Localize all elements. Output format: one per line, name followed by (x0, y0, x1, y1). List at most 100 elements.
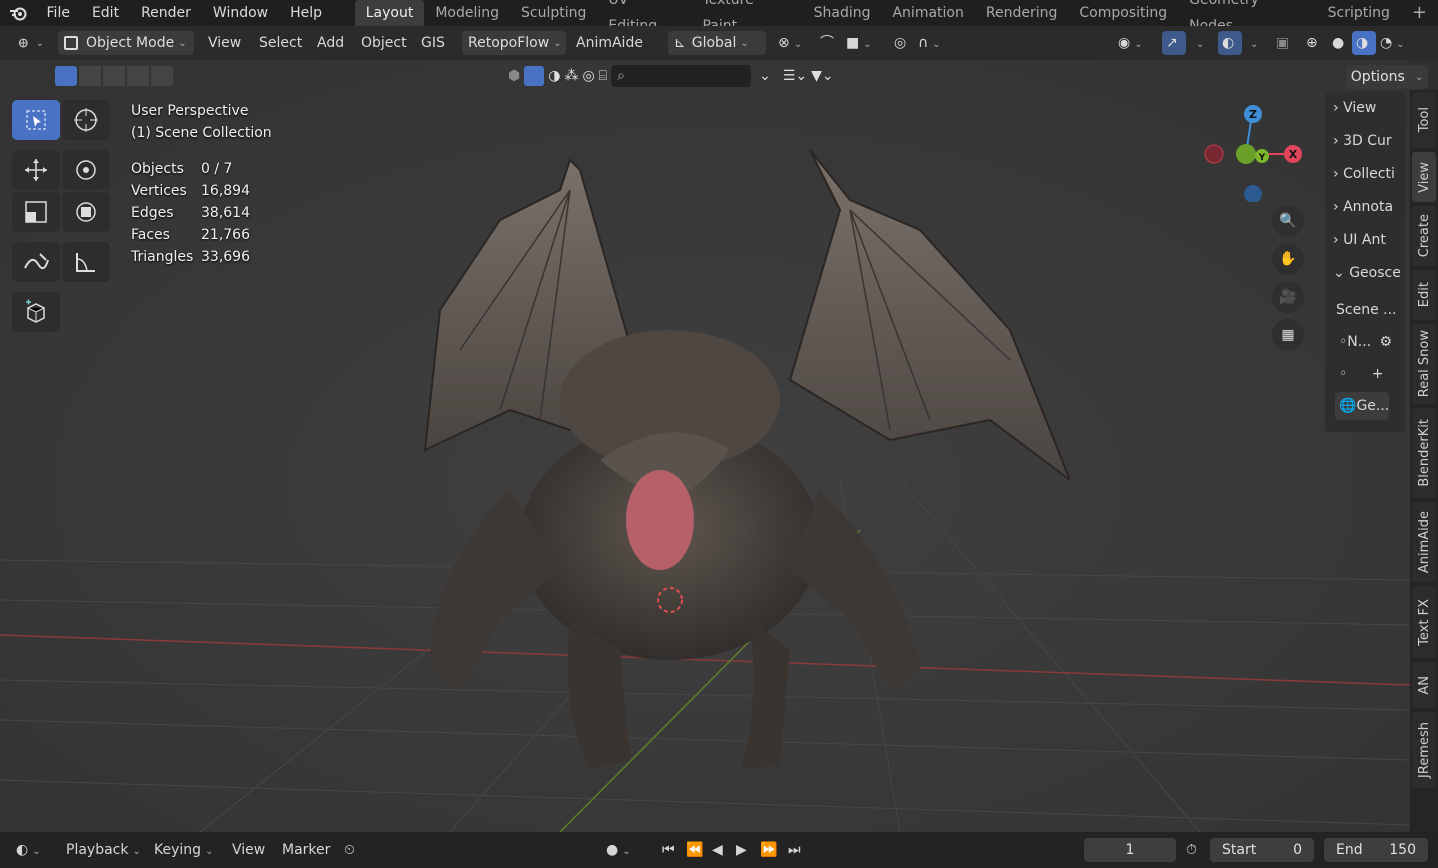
header-menu-view[interactable]: View (208, 31, 241, 55)
add-plus-icon[interactable]: + (1372, 366, 1384, 382)
snap-target-icon[interactable]: ■ ⌄ (846, 31, 872, 55)
vtab-view[interactable]: View (1412, 152, 1436, 202)
editor-type-dropdown[interactable]: ⌄ (12, 31, 50, 55)
add-cube-tool[interactable] (12, 292, 60, 332)
ge-button[interactable]: 🌐Ge... (1335, 392, 1389, 420)
ortho-toggle-button[interactable]: ▦ (1272, 319, 1304, 351)
camera-view-button[interactable]: 🎥 (1272, 281, 1304, 313)
vtab-animaide[interactable]: AnimAide (1412, 502, 1436, 582)
header-menu-object[interactable]: Object (361, 31, 407, 55)
select-extend-icon[interactable] (79, 66, 101, 86)
tab-animation[interactable]: Animation (881, 0, 974, 26)
add-row[interactable]: ◦ + (1339, 360, 1409, 388)
solid-shading-icon[interactable]: ● (1332, 31, 1344, 55)
pan-button[interactable]: ✋ (1272, 243, 1304, 275)
menu-edit[interactable]: Edit (81, 1, 130, 25)
navigation-gizmo[interactable]: Z X Y (1196, 102, 1306, 202)
mesh-icon[interactable]: ⬢ (508, 68, 520, 84)
proportional-edit-icon[interactable]: ◎ (894, 31, 906, 55)
rotate-tool[interactable] (62, 150, 110, 190)
overlays-toggle-icon[interactable]: ◐ (1218, 31, 1242, 55)
panel-geoscene[interactable]: ⌄ Geosce (1333, 259, 1403, 287)
wireframe-shading-icon[interactable]: ⊕ (1306, 31, 1318, 55)
settings-gear-icon[interactable]: ⚙ (1380, 334, 1393, 350)
tab-scripting[interactable]: Scripting (1317, 0, 1401, 26)
tab-rendering[interactable]: Rendering (975, 0, 1069, 26)
measure-tool[interactable] (62, 242, 110, 282)
panel-collections[interactable]: › Collecti (1333, 160, 1403, 188)
auto-keying-icon[interactable]: ⏲ (344, 838, 355, 862)
add-workspace-button[interactable]: + (1401, 0, 1438, 26)
box-select-icon[interactable] (524, 66, 545, 86)
tab-compositing[interactable]: Compositing (1068, 0, 1178, 26)
particles-icon[interactable]: ⁂ (564, 68, 578, 84)
preview-range-icon[interactable]: ⏱ (1186, 838, 1197, 862)
retopoflow-dropdown[interactable]: RetopoFlow ⌄ (462, 31, 566, 55)
panel-3d-cursor[interactable]: › 3D Cur (1333, 127, 1403, 155)
filter-search-input[interactable]: ⌕ (611, 65, 752, 87)
snap-icon[interactable]: ⌒ (820, 31, 834, 55)
menu-window[interactable]: Window (202, 1, 279, 25)
jump-start-button[interactable]: ⏮ (662, 838, 675, 862)
cursor-tool[interactable] (62, 100, 110, 140)
start-frame-field[interactable]: Start 0 (1210, 838, 1314, 862)
sphere-icon[interactable]: ◑ (548, 68, 560, 84)
animaide-menu[interactable]: AnimAide (576, 31, 643, 55)
tab-layout[interactable]: Layout (354, 0, 425, 26)
timeline-menu-keying[interactable]: Keying ⌄ (154, 838, 213, 862)
funnel-icon[interactable]: ▼⌄ (811, 68, 834, 84)
vtab-create[interactable]: Create (1412, 206, 1436, 266)
menu-render[interactable]: Render (130, 1, 202, 25)
panel-view[interactable]: › View (1333, 94, 1403, 122)
pivot-point-icon[interactable]: ⊗ ⌄ (778, 31, 802, 55)
annotate-tool[interactable] (12, 242, 60, 282)
panel-ui-ant[interactable]: › UI Ant (1333, 226, 1403, 254)
select-new-icon[interactable] (55, 66, 77, 86)
panel-annotations[interactable]: › Annota (1333, 193, 1403, 221)
dragon-model[interactable] (370, 150, 1070, 770)
timeline-menu-playback[interactable]: Playback ⌄ (66, 838, 141, 862)
mode-dropdown[interactable]: Object Mode ⌄ (58, 31, 194, 55)
overlays-dropdown-icon[interactable]: ⌄ (1246, 31, 1258, 55)
options-dropdown[interactable]: Options ⌄ (1346, 65, 1428, 89)
vtab-tool[interactable]: Tool (1412, 92, 1436, 148)
header-menu-gis[interactable]: GIS (421, 31, 445, 55)
sort-icon[interactable]: ☰⌄ (783, 68, 807, 84)
current-frame-field[interactable]: 1 (1084, 838, 1176, 862)
next-keyframe-button[interactable]: ⏩ (760, 838, 777, 862)
scale-tool[interactable] (12, 192, 60, 232)
vtab-edit[interactable]: Edit (1412, 270, 1436, 320)
xray-icon[interactable]: ▣ (1276, 31, 1289, 55)
header-menu-add[interactable]: Add (317, 31, 344, 55)
tab-shading[interactable]: Shading (803, 0, 882, 26)
jump-end-button[interactable]: ⏭ (788, 838, 801, 862)
hierarchy-icon[interactable]: ⌸ (599, 68, 607, 84)
play-button[interactable]: ▶ (736, 838, 747, 862)
transform-tool[interactable] (62, 192, 110, 232)
blender-logo-icon[interactable] (0, 5, 36, 21)
select-invert-icon[interactable] (127, 66, 149, 86)
transform-orientation-dropdown[interactable]: ⊾ Global ⌄ (668, 31, 766, 55)
play-reverse-button[interactable]: ◀ (712, 838, 723, 862)
3d-viewport[interactable]: User Perspective (1) Scene Collection Ob… (0, 60, 1410, 832)
timeline-editor-icon[interactable]: ◐ ⌄ (16, 838, 41, 862)
vtab-blenderkit[interactable]: BlenderKit (1412, 408, 1436, 498)
visibility-icon[interactable]: ◉ ⌄ (1118, 31, 1143, 55)
vtab-text-fx[interactable]: Text FX (1412, 586, 1436, 658)
vtab-real-snow[interactable]: Real Snow (1412, 324, 1436, 404)
select-box-tool[interactable] (12, 100, 60, 140)
menu-help[interactable]: Help (279, 1, 333, 25)
prev-keyframe-button[interactable]: ⏪ (686, 838, 703, 862)
falloff-icon[interactable]: ∩ ⌄ (918, 31, 941, 55)
record-button[interactable]: ● ⌄ (606, 838, 631, 862)
select-subtract-icon[interactable] (103, 66, 125, 86)
select-intersect-icon[interactable] (151, 66, 173, 86)
end-frame-field[interactable]: End 150 (1324, 838, 1428, 862)
timeline-menu-marker[interactable]: Marker (282, 838, 330, 862)
gizmo-dropdown-icon[interactable]: ⌄ (1192, 31, 1204, 55)
gizmo-toggle-icon[interactable]: ↗ (1162, 31, 1186, 55)
rendered-shading-icon[interactable]: ◔ ⌄ (1380, 31, 1405, 55)
filter-dropdown-icon[interactable]: ⌄ (759, 68, 771, 84)
zoom-button[interactable]: 🔍 (1272, 205, 1304, 237)
n-row[interactable]: ◦N... ⚙ (1339, 328, 1409, 356)
